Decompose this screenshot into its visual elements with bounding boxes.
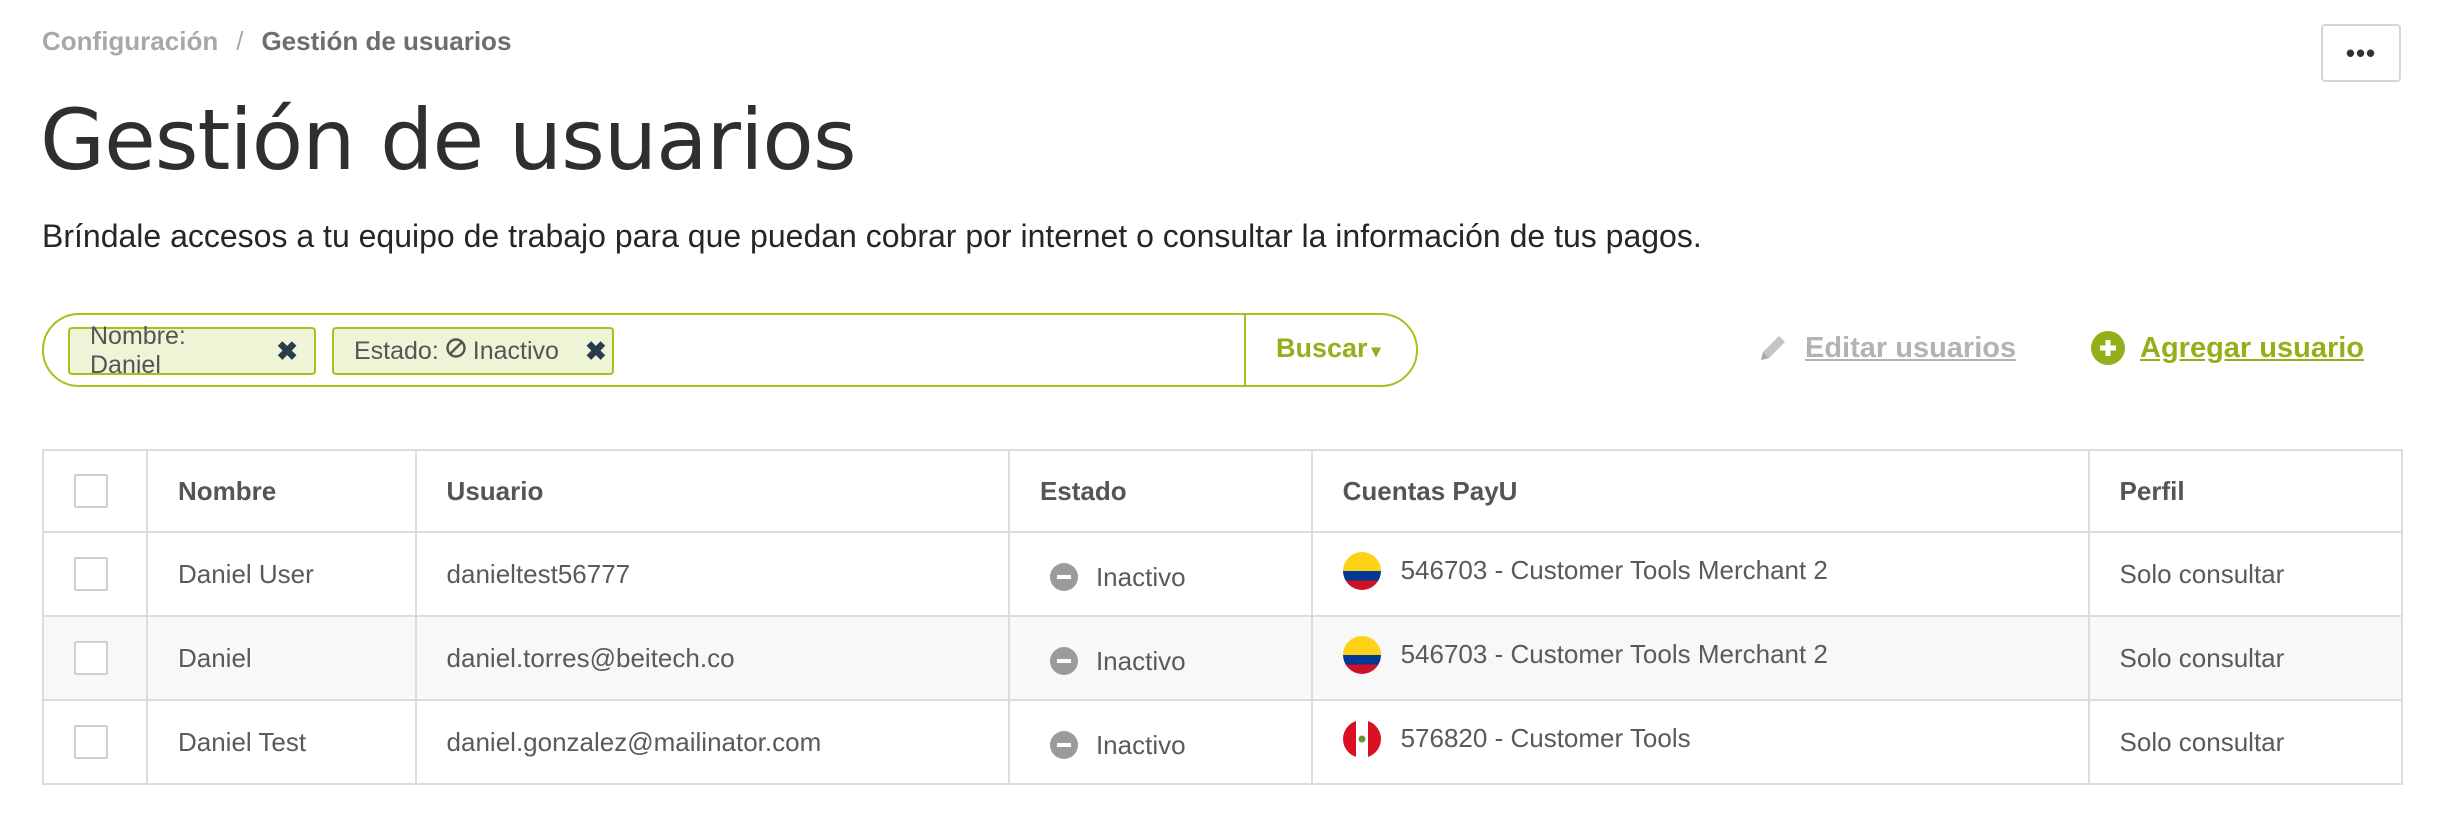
add-user-label: Agregar usuario <box>2140 331 2364 364</box>
row-select-cell <box>42 615 148 701</box>
page-subtitle: Bríndale accesos a tu equipo de trabajo … <box>42 218 1702 254</box>
page-title: Gestión de usuarios <box>40 91 857 189</box>
cell-user: daniel.torres@beitech.co <box>414 615 1010 701</box>
ellipsis-icon: ••• <box>2345 37 2377 68</box>
filter-chip-label-value: Inactivo <box>472 336 559 365</box>
breadcrumb-separator: / <box>236 26 244 56</box>
search-button-label: Buscar <box>1276 333 1368 363</box>
ban-icon <box>445 337 467 366</box>
select-all-cell <box>42 449 148 533</box>
search-bar[interactable]: Nombre: Daniel ✖ Estado: Inactivo ✖ Busc… <box>42 313 1418 387</box>
account-label: 546703 - Customer Tools Merchant 2 <box>1400 639 1828 669</box>
caret-down-icon: ▾ <box>1371 341 1381 361</box>
row-checkbox[interactable] <box>74 557 108 592</box>
inactive-status-icon <box>1049 731 1078 760</box>
status-label: Inactivo <box>1095 645 1186 676</box>
inactive-status-icon <box>1049 563 1078 592</box>
filter-chip-status: Estado: Inactivo ✖ <box>332 327 614 375</box>
account-label: 546703 - Customer Tools Merchant 2 <box>1400 555 1828 585</box>
column-header-profile[interactable]: Perfil <box>2087 449 2404 533</box>
cell-name: Daniel <box>145 615 417 701</box>
inactive-status-icon <box>1049 647 1078 676</box>
edit-users-link[interactable]: Editar usuarios <box>1755 330 2016 366</box>
search-button[interactable]: Buscar ▾ <box>1276 333 1381 364</box>
add-user-link[interactable]: Agregar usuario <box>2090 330 2364 366</box>
cell-user: daniel.gonzalez@mailinator.com <box>414 699 1010 785</box>
cell-account: 546703 - Customer Tools Merchant 2 <box>1310 615 2090 701</box>
pencil-icon <box>1755 330 1791 366</box>
breadcrumb-current: Gestión de usuarios <box>261 26 512 56</box>
edit-users-label: Editar usuarios <box>1805 331 2017 364</box>
more-options-button[interactable]: ••• <box>2321 24 2401 82</box>
column-header-user[interactable]: Usuario <box>414 449 1010 533</box>
row-checkbox[interactable] <box>74 725 108 760</box>
table-row[interactable]: Daniel daniel.torres@beitech.co Inactivo… <box>42 615 2404 701</box>
select-all-checkbox[interactable] <box>74 474 108 509</box>
table-header-row: Nombre Usuario Estado Cuentas PayU Perfi… <box>42 449 2404 533</box>
column-header-status[interactable]: Estado <box>1007 449 1313 533</box>
column-header-name[interactable]: Nombre <box>145 449 417 533</box>
cell-status: Inactivo <box>1007 531 1313 617</box>
cell-user: danieltest56777 <box>414 531 1010 617</box>
row-select-cell <box>42 531 148 617</box>
cell-status: Inactivo <box>1007 699 1313 785</box>
cell-profile: Solo consultar <box>2087 531 2404 617</box>
cell-account: 546703 - Customer Tools Merchant 2 <box>1310 531 2090 617</box>
remove-filter-icon[interactable]: ✖ <box>276 336 298 367</box>
breadcrumb-parent-link[interactable]: Configuración <box>42 26 218 56</box>
table-row[interactable]: Daniel Test daniel.gonzalez@mailinator.c… <box>42 699 2404 785</box>
cell-name: Daniel Test <box>145 699 417 785</box>
status-label: Inactivo <box>1095 561 1186 592</box>
filter-chip-label-prefix: Estado: <box>354 336 439 365</box>
cell-name: Daniel User <box>145 531 417 617</box>
row-select-cell <box>42 699 148 785</box>
account-label: 576820 - Customer Tools <box>1400 723 1691 753</box>
breadcrumb: Configuración / Gestión de usuarios <box>42 26 511 57</box>
filter-chip-label: Nombre: Daniel <box>90 322 186 379</box>
remove-filter-icon[interactable]: ✖ <box>585 336 607 367</box>
users-table: Nombre Usuario Estado Cuentas PayU Perfi… <box>42 449 2404 785</box>
filter-chip-name: Nombre: Daniel ✖ <box>68 322 316 379</box>
colombia-flag-icon <box>1342 635 1381 674</box>
cell-profile: Solo consultar <box>2087 699 2404 785</box>
plus-circle-icon <box>2090 330 2126 366</box>
table-row[interactable]: Daniel User danieltest56777 Inactivo 546… <box>42 531 2404 617</box>
cell-status: Inactivo <box>1007 615 1313 701</box>
row-checkbox[interactable] <box>74 641 108 676</box>
status-label: Inactivo <box>1095 729 1186 760</box>
cell-profile: Solo consultar <box>2087 615 2404 701</box>
column-header-accounts[interactable]: Cuentas PayU <box>1310 449 2090 533</box>
search-divider <box>1244 315 1246 385</box>
cell-account: 576820 - Customer Tools <box>1310 699 2090 785</box>
peru-flag-icon <box>1342 719 1381 758</box>
colombia-flag-icon <box>1342 551 1381 590</box>
